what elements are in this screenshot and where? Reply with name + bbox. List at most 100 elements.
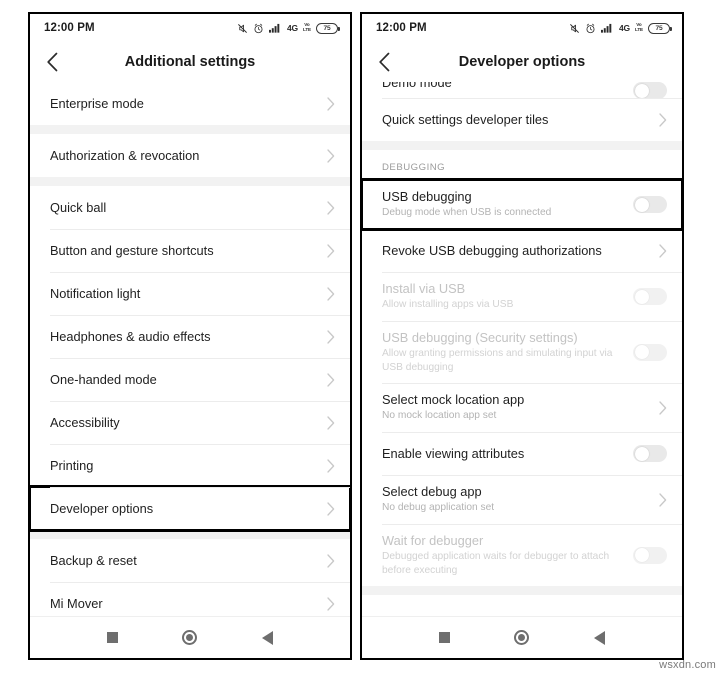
additional-settings-row-mi-mover[interactable]: Mi Mover	[30, 582, 350, 616]
toggle-switch-wait-for-debugger	[633, 546, 667, 564]
chevron-left-icon	[46, 52, 57, 72]
row-title: Install via USB	[382, 281, 466, 297]
status-icon-group: 4G Vo LTE 75	[237, 22, 340, 34]
row-title: Backup & reset	[50, 552, 137, 568]
additional-settings-row-backup-reset[interactable]: Backup & reset	[30, 539, 350, 582]
home-button[interactable]	[505, 621, 539, 655]
row-text-group: Mi Mover	[50, 595, 319, 612]
nav-bar-left	[30, 616, 350, 658]
back-button[interactable]	[30, 42, 74, 82]
home-button[interactable]	[173, 621, 207, 655]
additional-settings-row-accessibility[interactable]: Accessibility	[30, 401, 350, 444]
developer-options-row-usb-debugging[interactable]: USB debugging Debug mode when USB is conn…	[362, 178, 682, 231]
additional-settings-row-notification-light[interactable]: Notification light	[30, 272, 350, 315]
chevron-right-icon	[327, 243, 335, 258]
chevron-right-icon	[327, 553, 335, 568]
additional-settings-row-enterprise-mode[interactable]: Enterprise mode	[30, 82, 350, 125]
developer-options-row-demo-mode[interactable]: Demo mode	[362, 82, 682, 98]
additional-settings-row-button-gesture-shortcuts[interactable]: Button and gesture shortcuts	[30, 229, 350, 272]
toggle-switch-usb-debugging-security-settings	[633, 343, 667, 361]
toggle-switch-usb-debugging[interactable]	[633, 196, 667, 213]
developer-options-row-quick-settings-developer-tiles[interactable]: Quick settings developer tiles	[362, 98, 682, 141]
row-text-group: Backup & reset	[50, 552, 319, 569]
page-title: Developer options	[458, 54, 586, 70]
recents-button[interactable]	[96, 621, 130, 655]
back-nav-button[interactable]	[250, 621, 284, 655]
settings-list-left[interactable]: Enterprise mode Authorization & revocatio…	[30, 82, 350, 616]
row-text-group: One-handed mode	[50, 371, 319, 388]
row-text-group: Install via USB Allow installing apps via…	[382, 280, 625, 313]
back-button[interactable]	[362, 42, 406, 82]
row-title: Authorization & revocation	[50, 147, 200, 163]
additional-settings-row-one-handed-mode[interactable]: One-handed mode	[30, 358, 350, 401]
signal-bars-icon	[269, 23, 280, 33]
additional-settings-row-quick-ball[interactable]: Quick ball	[30, 186, 350, 229]
chevron-right-icon	[659, 492, 667, 507]
row-text-group: Button and gesture shortcuts	[50, 242, 319, 259]
row-subtitle: No mock location app set	[382, 410, 497, 422]
row-text-group: Wait for debugger Debugged application wa…	[382, 532, 625, 579]
row-title: Demo mode	[382, 82, 452, 90]
row-title: Revoke USB debugging authorizations	[382, 242, 602, 258]
toggle-switch-enable-viewing-attributes[interactable]	[633, 445, 667, 462]
row-text-group: Headphones & audio effects	[50, 328, 319, 345]
developer-options-row-select-mock-location-app[interactable]: Select mock location app No mock location…	[362, 383, 682, 432]
alarm-icon	[586, 23, 595, 33]
back-nav-button[interactable]	[582, 621, 616, 655]
row-text-group: Revoke USB debugging authorizations	[382, 242, 651, 259]
battery-level-text: 75	[323, 24, 331, 32]
chevron-left-icon	[378, 52, 389, 72]
chevron-right-icon	[327, 286, 335, 301]
row-text-group: USB debugging (Security settings) Allow g…	[382, 329, 625, 376]
row-text-group: Select debug app No debug application set	[382, 483, 651, 516]
row-subtitle: Debugged application waits for debugger …	[382, 550, 610, 577]
toggle-switch-demo-mode[interactable]	[633, 82, 667, 98]
row-title: USB debugging (Security settings)	[382, 329, 578, 345]
list-group-separator	[362, 141, 682, 150]
status-time: 12:00 PM	[376, 22, 427, 34]
status-time: 12:00 PM	[44, 22, 95, 34]
phone-screen-additional-settings: 12:00 PM 4G Vo LTE 75 Additional setting…	[28, 12, 352, 660]
list-bottom-spacer	[362, 586, 682, 595]
watermark: wsxdn.com	[659, 659, 716, 671]
volte-bottom-text: LTE	[634, 27, 643, 33]
recents-square-icon	[439, 632, 451, 643]
row-title: Headphones & audio effects	[50, 328, 211, 344]
status-icon-group: 4G Vo LTE 75	[569, 22, 672, 34]
row-title: One-handed mode	[50, 371, 157, 387]
settings-list-right[interactable]: Demo mode Quick settings developer tiles D…	[362, 82, 682, 616]
row-title: Accessibility	[50, 414, 120, 430]
list-group-separator	[30, 125, 350, 134]
row-text-group: Notification light	[50, 285, 319, 302]
screenshot-stage: 12:00 PM 4G Vo LTE 75 Additional setting…	[0, 0, 720, 673]
home-circle-icon	[514, 630, 530, 645]
row-title: Enable viewing attributes	[382, 445, 525, 461]
status-bar-right: 12:00 PM 4G Vo LTE 75	[362, 14, 682, 42]
row-text-group: Quick ball	[50, 199, 319, 216]
mute-icon	[570, 23, 579, 33]
row-title: Wait for debugger	[382, 532, 484, 548]
row-text-group: Enterprise mode	[50, 95, 319, 112]
developer-options-row-enable-viewing-attributes[interactable]: Enable viewing attributes	[362, 432, 682, 475]
row-text-group: Select mock location app No mock location…	[382, 391, 651, 424]
row-title: Notification light	[50, 285, 141, 301]
chevron-right-icon	[327, 501, 335, 516]
alarm-icon	[254, 23, 263, 33]
list-group-separator	[30, 530, 350, 539]
additional-settings-row-printing[interactable]: Printing	[30, 444, 350, 487]
signal-bars-icon	[601, 23, 612, 33]
recents-button[interactable]	[428, 621, 462, 655]
chevron-right-icon	[659, 112, 667, 127]
chevron-right-icon	[659, 243, 667, 258]
developer-options-row-revoke-usb-debugging-authorizations[interactable]: Revoke USB debugging authorizations	[362, 229, 682, 272]
developer-options-row-select-debug-app[interactable]: Select debug app No debug application set	[362, 475, 682, 524]
volte-bottom-text: LTE	[302, 27, 311, 33]
row-text-group: USB debugging Debug mode when USB is conn…	[382, 188, 625, 221]
developer-options-row-wait-for-debugger: Wait for debugger Debugged application wa…	[362, 524, 682, 586]
app-bar-left: Additional settings	[30, 42, 350, 82]
additional-settings-row-developer-options[interactable]: Developer options	[30, 485, 350, 532]
volte-icon: Vo LTE	[635, 23, 643, 33]
toggle-switch-install-via-usb	[633, 288, 667, 305]
additional-settings-row-authorization-revocation[interactable]: Authorization & revocation	[30, 134, 350, 177]
additional-settings-row-headphones-audio-effects[interactable]: Headphones & audio effects	[30, 315, 350, 358]
